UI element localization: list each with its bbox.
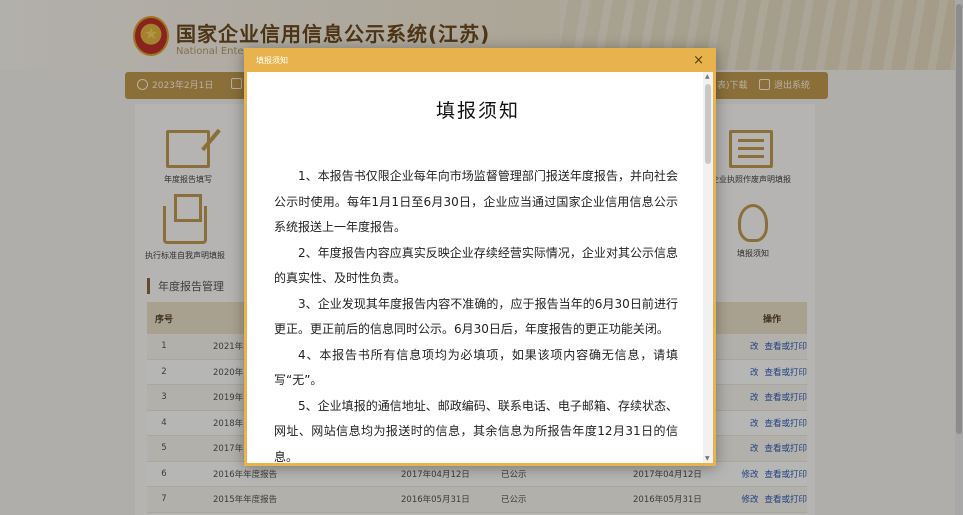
modal-scrollbar[interactable]: ▲ ▼ <box>703 72 713 463</box>
notice-paragraph: 4、本报告书所有信息项均为必填项，如果该项内容确无信息，请填写“无”。 <box>274 347 678 388</box>
notice-paragraphs: 1、本报告书仅限企业每年向市场监督管理部门报送年度报告，并向社会公示时使用。每年… <box>274 164 678 464</box>
notice-modal: 填报须知 × 填报须知 1、本报告书仅限企业每年向市场监督管理部门报送年度报告，… <box>244 48 716 466</box>
close-icon[interactable]: × <box>693 54 704 67</box>
notice-paragraph: 5、企业填报的通信地址、邮政编码、联系电话、电子邮箱、存续状态、网址、网站信息均… <box>274 398 678 464</box>
scroll-down-icon[interactable]: ▼ <box>705 455 710 462</box>
modal-header-title: 填报须知 <box>256 55 288 65</box>
notice-title: 填报须知 <box>435 100 520 122</box>
notice-paragraph: 2、年度报告内容应真实反映企业存续经营实际情况，企业对其公示信息的真实性、及时性… <box>274 245 678 286</box>
scroll-up-icon[interactable]: ▲ <box>705 73 710 80</box>
modal-body: 填报须知 1、本报告书仅限企业每年向市场监督管理部门报送年度报告，并向社会公示时… <box>244 72 716 466</box>
modal-scroll-thumb[interactable] <box>705 84 711 164</box>
notice-paragraph: 1、本报告书仅限企业每年向市场监督管理部门报送年度报告，并向社会公示时使用。每年… <box>274 169 678 234</box>
modal-header: 填报须知 × <box>244 48 716 72</box>
notice-paragraph: 3、企业发现其年度报告内容不准确的，应于报告当年的6月30日前进行更正。更正前后… <box>274 296 678 337</box>
